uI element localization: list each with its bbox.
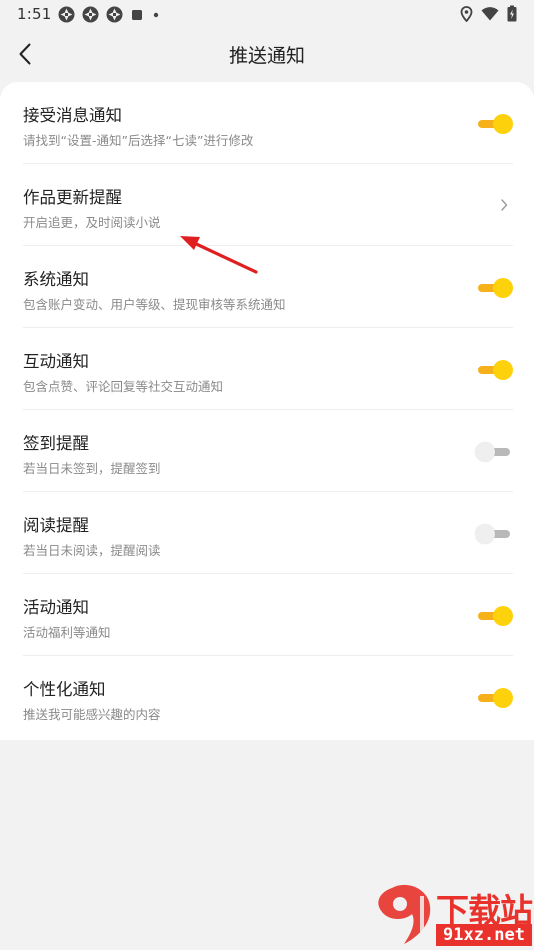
square-notification-icon [132, 9, 142, 20]
toggle-knob [493, 606, 513, 626]
setting-title: 阅读提醒 [23, 516, 89, 535]
setting-title: 作品更新提醒 [23, 188, 122, 207]
watermark: 下载站 91xz.net [370, 882, 534, 950]
app-notification-icon [58, 6, 75, 23]
setting-subtitle: 开启追更，及时阅读小说 [23, 215, 161, 230]
setting-row-system[interactable]: 系统通知 包含账户变动、用户等级、提现审核等系统通知 [23, 246, 513, 328]
setting-title: 个性化通知 [23, 680, 106, 699]
toggle-knob [493, 114, 513, 134]
activity-toggle[interactable] [476, 606, 513, 626]
toggle-knob [493, 278, 513, 298]
setting-subtitle: 包含账户变动、用户等级、提现审核等系统通知 [23, 297, 286, 312]
nav-bar: 推送通知 [0, 28, 534, 80]
setting-row-accept-messages[interactable]: 接受消息通知 请找到“设置-通知”后选择“七读”进行修改 [23, 82, 513, 164]
setting-row-checkin[interactable]: 签到提醒 若当日未签到，提醒签到 [23, 410, 513, 492]
watermark-logo-icon [378, 884, 431, 944]
settings-card: 接受消息通知 请找到“设置-通知”后选择“七读”进行修改 作品更新提醒 开启追更… [0, 82, 534, 740]
page-title: 推送通知 [228, 45, 305, 67]
setting-title: 接受消息通知 [23, 106, 122, 125]
setting-subtitle: 推送我可能感兴趣的内容 [23, 707, 161, 722]
setting-row-work-updates[interactable]: 作品更新提醒 开启追更，及时阅读小说 [23, 164, 513, 246]
setting-title: 系统通知 [23, 270, 89, 289]
app-notification-icon [106, 6, 123, 23]
setting-row-interaction[interactable]: 互动通知 包含点赞、评论回复等社交互动通知 [23, 328, 513, 410]
toggle-knob [493, 688, 513, 708]
personalized-toggle[interactable] [476, 688, 513, 708]
status-system-icons [460, 5, 517, 22]
setting-title: 活动通知 [23, 598, 89, 617]
status-notification-icons [58, 6, 161, 23]
interaction-toggle[interactable] [476, 360, 513, 380]
setting-title: 互动通知 [23, 352, 89, 371]
setting-subtitle: 包含点赞、评论回复等社交互动通知 [23, 379, 224, 394]
setting-subtitle: 请找到“设置-通知”后选择“七读”进行修改 [23, 133, 254, 148]
toggle-knob [475, 442, 495, 462]
battery-icon [507, 5, 517, 22]
watermark-url: 91xz.net [436, 924, 532, 946]
toggle-knob [493, 360, 513, 380]
setting-subtitle: 活动福利等通知 [23, 625, 111, 640]
system-toggle[interactable] [476, 278, 513, 298]
app-notification-icon [82, 6, 99, 23]
wifi-icon [481, 7, 499, 21]
setting-subtitle: 若当日未阅读，提醒阅读 [23, 543, 161, 558]
location-icon [460, 5, 473, 22]
status-bar: 1:51 [0, 0, 534, 28]
setting-row-personalized[interactable]: 个性化通知 推送我可能感兴趣的内容 [23, 656, 513, 738]
reading-toggle[interactable] [475, 524, 512, 544]
status-time: 1:51 [17, 5, 52, 23]
setting-row-activity[interactable]: 活动通知 活动福利等通知 [23, 574, 513, 656]
setting-row-reading[interactable]: 阅读提醒 若当日未阅读，提醒阅读 [23, 492, 513, 574]
chevron-right-icon [501, 199, 508, 211]
setting-title: 签到提醒 [23, 434, 89, 453]
toggle-knob [475, 524, 495, 544]
setting-subtitle: 若当日未签到，提醒签到 [23, 461, 161, 476]
dot-icon [153, 12, 159, 17]
accept-messages-toggle[interactable] [476, 114, 513, 134]
checkin-toggle[interactable] [475, 442, 512, 462]
